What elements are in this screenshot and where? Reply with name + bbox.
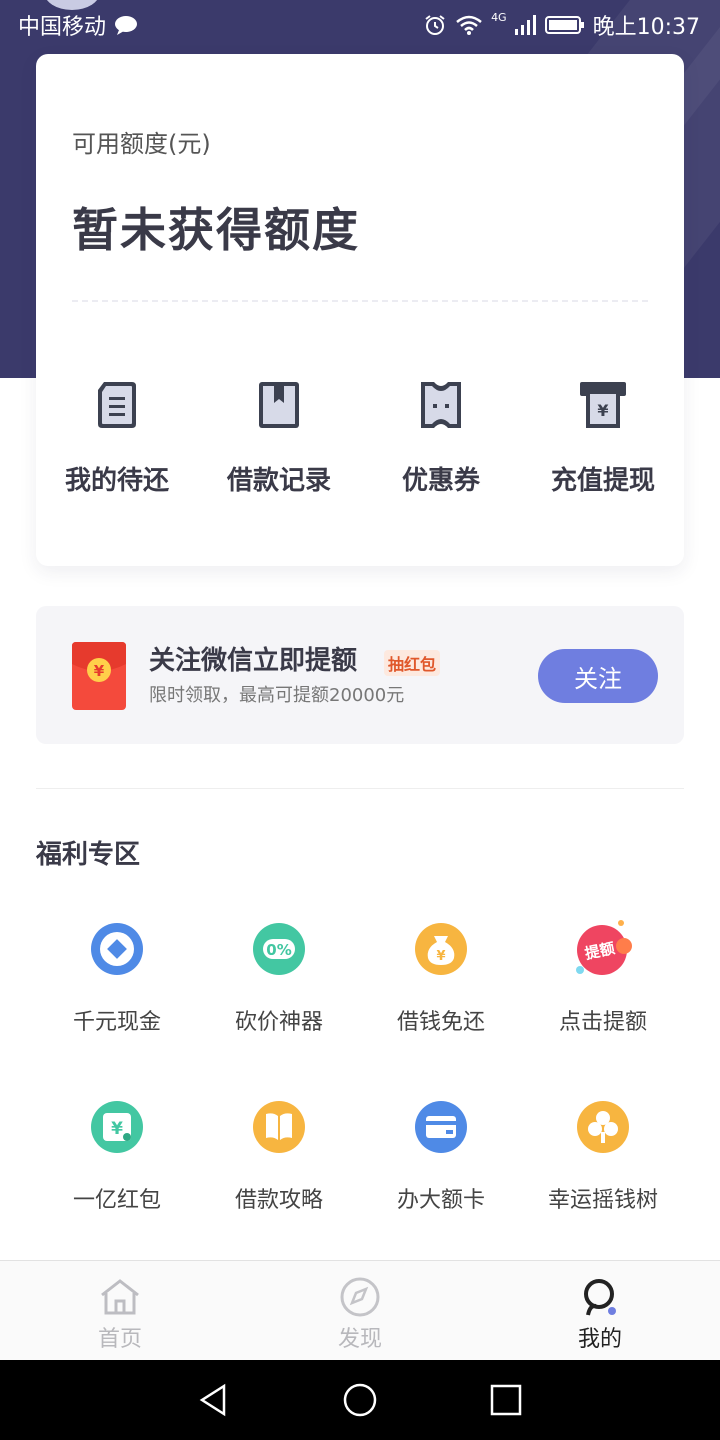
action-label: 我的待还 — [64, 466, 169, 496]
zero-percent-glyph: 0% — [266, 941, 291, 959]
welfare-item-cash[interactable]: 千元现金 — [36, 918, 198, 1096]
welfare-section-title: 福利专区 — [36, 840, 141, 870]
welfare-item-bargain[interactable]: 0% 砍价神器 — [198, 918, 360, 1096]
welfare-label: 一亿红包 — [72, 1188, 161, 1213]
tab-label: 发现 — [337, 1327, 382, 1352]
wechat-follow-banner[interactable]: ¥ 关注微信立即提额 抽红包 限时领取，最高可提额20000元 关注 — [36, 606, 684, 744]
withdraw-icon: ¥ — [580, 382, 626, 428]
welfare-label: 幸运摇钱树 — [547, 1188, 658, 1213]
coupon-icon — [421, 382, 461, 428]
banner-subtitle: 限时领取，最高可提额20000元 — [149, 685, 405, 706]
recents-icon[interactable] — [488, 1382, 524, 1418]
svg-text:¥: ¥ — [597, 401, 608, 420]
welfare-item-free-loan[interactable]: ¥ 借钱免还 — [360, 918, 522, 1096]
system-navigation-bar — [0, 1360, 720, 1440]
welfare-grid: 千元现金 0% 砍价神器 ¥ 借钱免还 提额 点击提额 ¥ 一亿红包 借款攻略 … — [36, 918, 684, 1274]
action-label: 充值提现 — [550, 466, 655, 496]
back-icon[interactable] — [196, 1382, 232, 1418]
yen-glyph: ¥ — [111, 1119, 123, 1139]
signal-icon — [514, 15, 536, 35]
chat-bubble-icon — [115, 16, 138, 35]
welfare-label: 办大额卡 — [396, 1188, 485, 1213]
welfare-item-red-packet[interactable]: ¥ 一亿红包 — [36, 1096, 198, 1274]
action-label: 优惠券 — [401, 466, 480, 496]
clock: 晚上10:37 — [592, 15, 700, 40]
quota-value: 暂未获得额度 — [72, 203, 360, 257]
welfare-item-money-tree[interactable]: 幸运摇钱树 — [522, 1096, 684, 1274]
zero-percent-icon: 0% — [253, 923, 305, 975]
action-loan-records[interactable]: 借款记录 — [198, 376, 360, 497]
tab-home[interactable]: 首页 — [0, 1261, 240, 1360]
diamond-coin-icon — [91, 923, 143, 975]
raise-limit-icon: 提额 — [576, 920, 632, 975]
banner-tag: 抽红包 — [384, 650, 441, 676]
welfare-item-loan-guide[interactable]: 借款攻略 — [198, 1096, 360, 1274]
wifi-icon — [456, 15, 482, 35]
bottom-tab-bar: 首页 发现 我的 — [0, 1260, 720, 1360]
tab-label: 我的 — [577, 1327, 622, 1352]
action-my-repayments[interactable]: 我的待还 — [36, 376, 198, 497]
credit-card-icon — [415, 1101, 467, 1153]
action-coupons[interactable]: 优惠券 — [360, 376, 522, 497]
quota-label: 可用额度(元) — [72, 130, 211, 158]
status-bar: 中国移动 4G 晚上10:37 — [0, 0, 720, 50]
tab-discover[interactable]: 发现 — [240, 1261, 480, 1360]
welfare-label: 点击提额 — [558, 1010, 647, 1035]
profile-icon — [584, 1279, 616, 1316]
quick-actions: 我的待还 借款记录 优惠券 ¥ 充值提现 — [36, 376, 684, 497]
welfare-item-raise-limit[interactable]: 提额 点击提额 — [522, 918, 684, 1096]
document-icon — [98, 382, 136, 428]
book-icon — [253, 1101, 305, 1153]
section-divider — [36, 788, 684, 789]
dashed-divider — [72, 300, 648, 302]
money-bag-icon: ¥ — [415, 923, 467, 975]
welfare-label: 借款攻略 — [234, 1188, 323, 1213]
bookmark-icon — [259, 382, 299, 428]
follow-button[interactable]: 关注 — [538, 649, 658, 703]
money-tree-icon — [577, 1101, 629, 1153]
red-envelope-icon: ¥ — [72, 642, 126, 710]
welfare-item-big-card[interactable]: 办大额卡 — [360, 1096, 522, 1274]
compass-icon — [340, 1277, 380, 1317]
red-envelope-symbol: ¥ — [94, 662, 105, 680]
action-deposit-withdraw[interactable]: ¥ 充值提现 — [522, 376, 684, 497]
welfare-label: 借钱免还 — [396, 1010, 485, 1035]
carrier-name: 中国移动 — [18, 15, 107, 40]
welfare-label: 砍价神器 — [234, 1010, 323, 1035]
banner-title: 关注微信立即提额 — [149, 646, 358, 676]
home-nav-icon[interactable] — [342, 1382, 378, 1418]
tab-label: 首页 — [97, 1327, 142, 1352]
welfare-label: 千元现金 — [72, 1010, 161, 1035]
yen-envelope-icon: ¥ — [91, 1101, 143, 1153]
battery-icon — [544, 16, 584, 34]
alarm-icon — [425, 15, 445, 35]
tab-mine[interactable]: 我的 — [480, 1261, 720, 1360]
network-type: 4G — [491, 11, 507, 24]
quota-card: 可用额度(元) 暂未获得额度 我的待还 借款记录 优惠券 ¥ 充值提现 — [36, 54, 684, 566]
svg-text:¥: ¥ — [436, 949, 445, 964]
home-icon — [101, 1279, 139, 1315]
action-label: 借款记录 — [226, 466, 331, 496]
